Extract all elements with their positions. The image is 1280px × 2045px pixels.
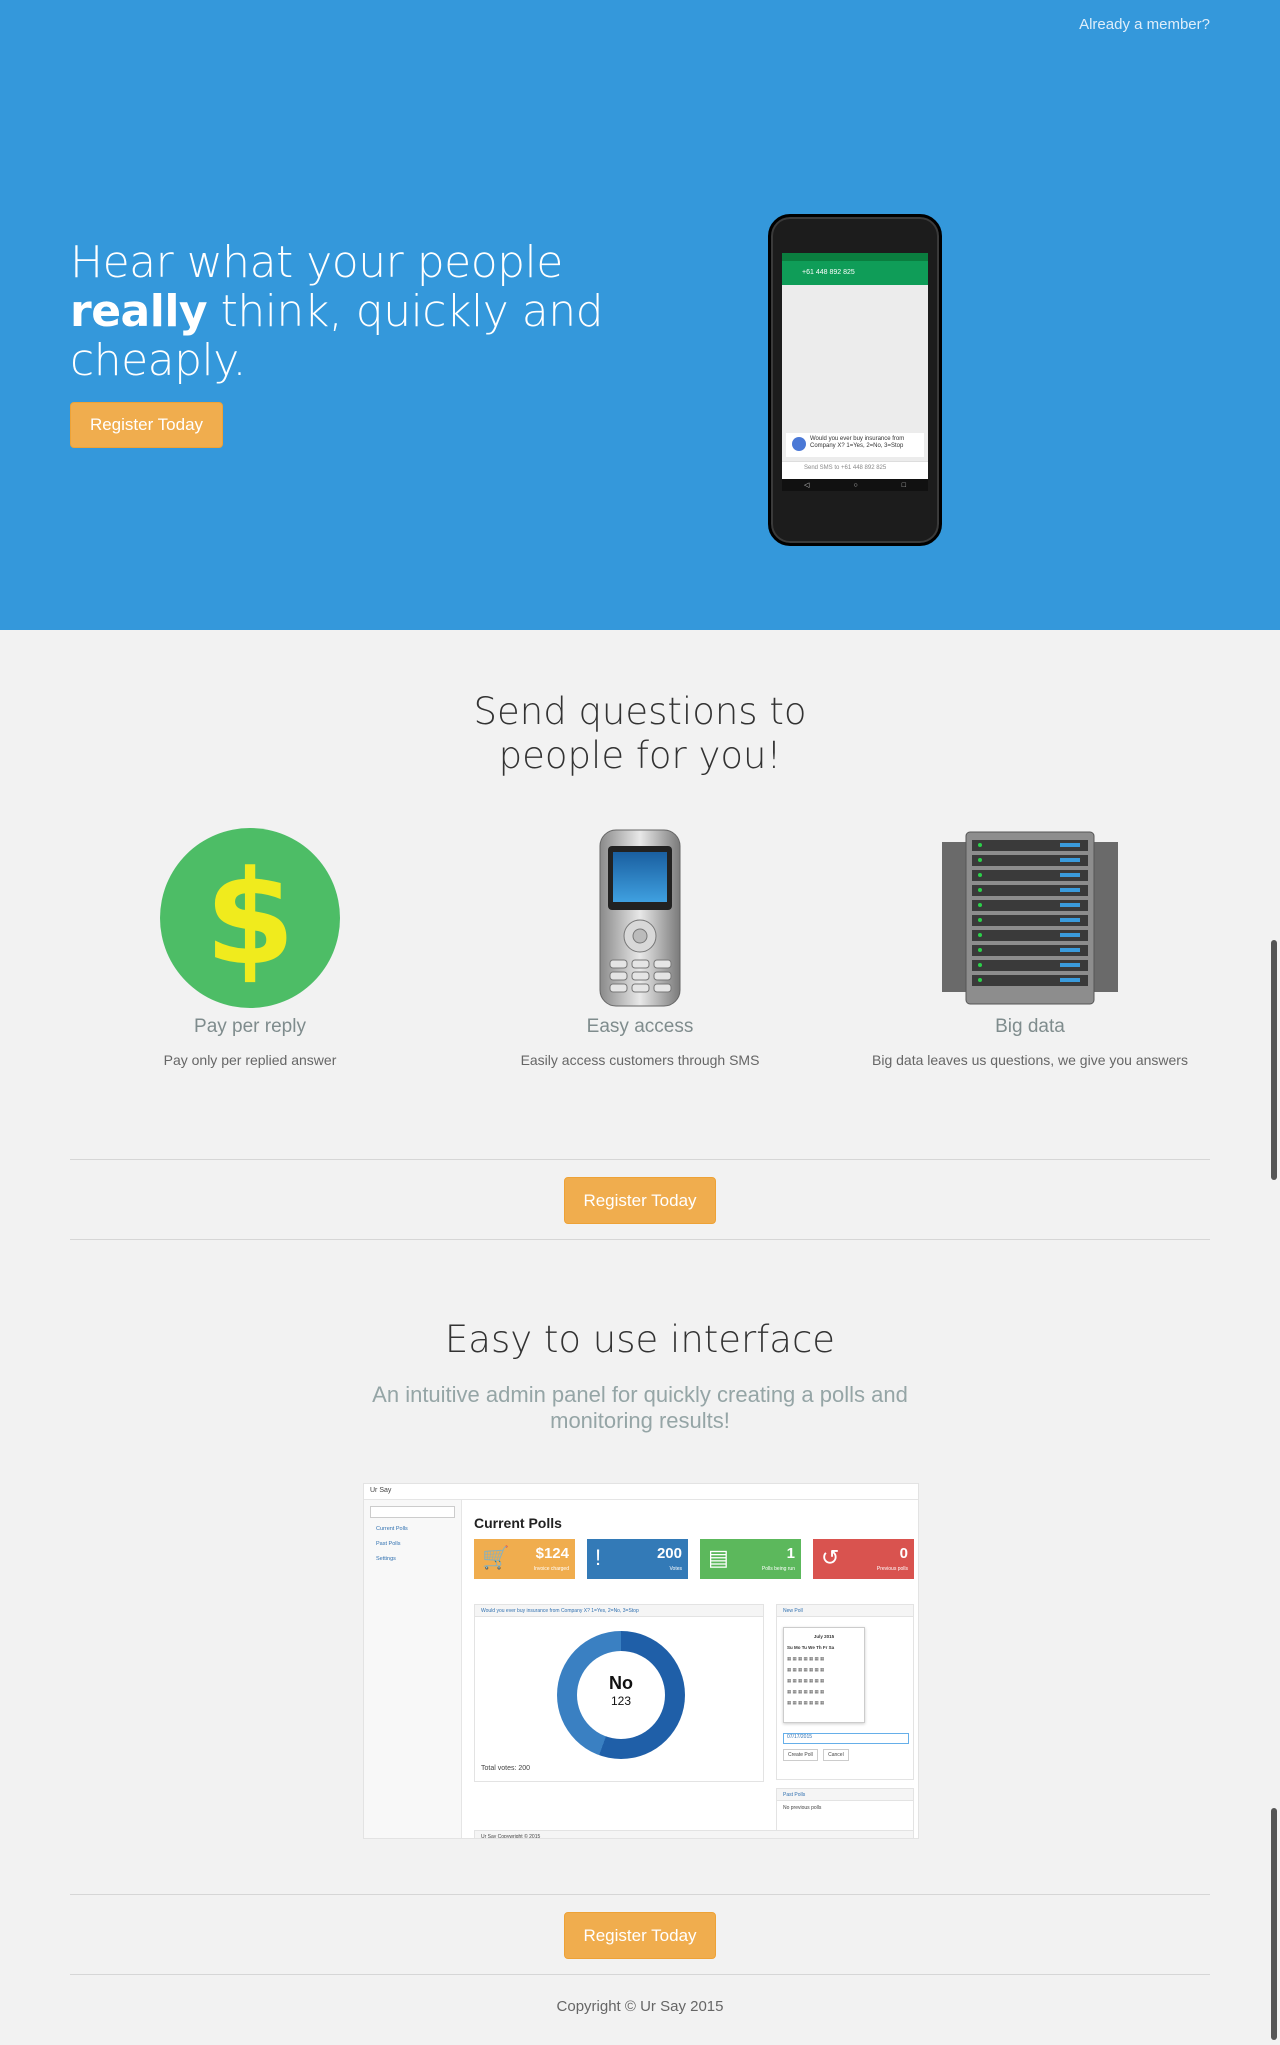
stat-label: Invoice charged bbox=[533, 1566, 569, 1572]
mobile-phone-icon bbox=[550, 828, 730, 1008]
calendar-month: July 2015 bbox=[813, 1634, 835, 1639]
stat-value: $124 bbox=[535, 1545, 569, 1562]
exclamation-icon: ! bbox=[595, 1545, 602, 1570]
interface-subtitle: An intuitive admin panel for quickly cre… bbox=[372, 1382, 908, 1433]
cart-icon: 🛒 bbox=[482, 1545, 510, 1570]
admin-main: Current Polls 🛒 $124 Invoice charged ! 2… bbox=[474, 1500, 914, 1838]
hero-register-button[interactable]: Register Today bbox=[70, 402, 223, 448]
feature-desc: Big data leaves us questions, we give yo… bbox=[872, 1052, 1188, 1068]
date-field: 07/17/2015 bbox=[783, 1733, 909, 1744]
no-previous-polls: No previous polls bbox=[783, 1805, 822, 1811]
past-polls-header: Past Polls bbox=[777, 1789, 913, 1801]
server-rack-icon bbox=[940, 828, 1120, 1008]
phone-sms-message: Would you ever buy insurance from Compan… bbox=[786, 433, 924, 457]
stat-value: 200 bbox=[656, 1545, 682, 1562]
stat-label: Votes bbox=[669, 1566, 682, 1572]
history-icon: ↺ bbox=[821, 1545, 840, 1570]
sidebar-item-current-polls: Current Polls bbox=[376, 1526, 408, 1532]
feature-title: Easy access bbox=[586, 1016, 694, 1037]
scrollbar-thumb[interactable] bbox=[1271, 940, 1277, 1180]
poll-question: Would you ever buy insurance from Compan… bbox=[475, 1605, 763, 1617]
features-register-button[interactable]: Register Today bbox=[564, 1177, 716, 1224]
feature-big-data: Big data Big data leaves us questions, w… bbox=[830, 828, 1230, 1068]
phone-sms-input: Send SMS to +61 448 892 825 bbox=[782, 461, 928, 479]
stat-tile-polls-running: ▤ 1 Polls being run bbox=[700, 1539, 801, 1579]
donut-label: No bbox=[609, 1673, 633, 1693]
sidebar-item-settings: Settings bbox=[376, 1556, 396, 1562]
headline-bold: really bbox=[70, 286, 208, 337]
admin-footer: Ur Say Copywright © 2015 bbox=[474, 1830, 914, 1838]
admin-search-input bbox=[370, 1506, 455, 1518]
calendar-grid: ▦ ▦ ▦ ▦ ▦ ▦ ▦ ▦ ▦ ▦ ▦ ▦ ▦ ▦ ▦ ▦ ▦ ▦ ▦ ▦ ▦ ▦… bbox=[787, 1656, 825, 1705]
stat-label: Previous polls bbox=[876, 1566, 908, 1572]
past-polls-panel: Past Polls No previous polls bbox=[776, 1788, 914, 1832]
feature-easy-access: Easy access Easily access customers thro… bbox=[440, 828, 840, 1068]
sidebar-item-past-polls: Past Polls bbox=[376, 1541, 401, 1547]
divider bbox=[70, 1974, 1210, 1975]
admin-brand: Ur Say bbox=[364, 1484, 918, 1500]
admin-sidebar: Current Polls Past Polls Settings bbox=[364, 1500, 462, 1838]
cancel-button: Cancel bbox=[823, 1749, 849, 1761]
donut-value: 123 bbox=[610, 1694, 632, 1708]
stat-value: 1 bbox=[786, 1545, 795, 1562]
dollar-icon: $ bbox=[160, 828, 340, 1008]
admin-panel-screenshot: Ur Say Current Polls Past Polls Settings… bbox=[363, 1483, 919, 1839]
stat-tile-invoice: 🛒 $124 Invoice charged bbox=[474, 1539, 575, 1579]
calendar-days: Su Mo Tu We Th Fr Sa bbox=[787, 1645, 835, 1650]
feature-desc: Pay only per replied answer bbox=[163, 1052, 337, 1068]
feature-title: Big data bbox=[995, 1016, 1065, 1037]
stat-label: Polls being run bbox=[761, 1566, 795, 1572]
phone-status-bar bbox=[782, 253, 928, 261]
poll-results-panel: Would you ever buy insurance from Compan… bbox=[474, 1604, 764, 1782]
divider bbox=[70, 1894, 1210, 1895]
phone-contact-bar: +61 448 892 825 bbox=[782, 261, 928, 285]
back-icon: ◁ bbox=[804, 482, 810, 489]
scrollbar-thumb[interactable] bbox=[1271, 1808, 1277, 2040]
new-poll-panel: New Poll July 2015 Su Mo Tu We Th Fr Sa … bbox=[776, 1604, 914, 1780]
divider bbox=[70, 1159, 1210, 1160]
new-poll-header: New Poll bbox=[777, 1605, 913, 1617]
sms-text: Would you ever buy insurance from Compan… bbox=[810, 436, 905, 449]
create-poll-button: Create Poll bbox=[783, 1749, 818, 1761]
stat-tile-votes: ! 200 Votes bbox=[587, 1539, 688, 1579]
phone-nav-bar: ◁ ○ □ bbox=[782, 479, 928, 491]
features-title: Send questions to people for you! bbox=[0, 690, 1280, 778]
copyright: Copyright © Ur Say 2015 bbox=[556, 1998, 724, 2015]
recents-icon: □ bbox=[901, 481, 906, 489]
feature-desc: Easily access customers through SMS bbox=[520, 1052, 760, 1068]
headline-part1: Hear what your people bbox=[70, 237, 563, 288]
phone-image: +61 448 892 825 Would you ever buy insur… bbox=[768, 214, 942, 546]
stat-value: 0 bbox=[899, 1545, 908, 1562]
donut-chart: No 123 bbox=[557, 1631, 685, 1759]
new-poll-actions: Create Poll Cancel bbox=[783, 1749, 853, 1761]
home-icon: ○ bbox=[853, 481, 858, 489]
stat-tile-previous-polls: ↺ 0 Previous polls bbox=[813, 1539, 914, 1579]
features-title-text: Send questions to people for you! bbox=[473, 690, 807, 777]
document-icon: ▤ bbox=[708, 1545, 729, 1570]
hero-headline: Hear what your people really think, quic… bbox=[70, 238, 610, 385]
feature-pay-per-reply: $ Pay per reply Pay only per replied ans… bbox=[50, 828, 450, 1068]
phone-screen: +61 448 892 825 Would you ever buy insur… bbox=[782, 253, 928, 491]
hero-section: Already a member? Hear what your people … bbox=[0, 0, 1280, 630]
total-votes: Total votes: 200 bbox=[481, 1765, 531, 1772]
admin-heading: Current Polls bbox=[474, 1515, 562, 1531]
divider bbox=[70, 1239, 1210, 1240]
interface-title: Easy to use interface bbox=[444, 1318, 836, 1361]
feature-title: Pay per reply bbox=[194, 1016, 306, 1037]
already-member-link[interactable]: Already a member? bbox=[1079, 16, 1210, 33]
avatar bbox=[792, 437, 806, 451]
calendar-popup: July 2015 Su Mo Tu We Th Fr Sa ▦ ▦ ▦ ▦ ▦… bbox=[783, 1627, 865, 1723]
interface-register-button[interactable]: Register Today bbox=[564, 1912, 716, 1959]
admin-stat-tiles: 🛒 $124 Invoice charged ! 200 Votes ▤ 1 P… bbox=[474, 1539, 914, 1579]
